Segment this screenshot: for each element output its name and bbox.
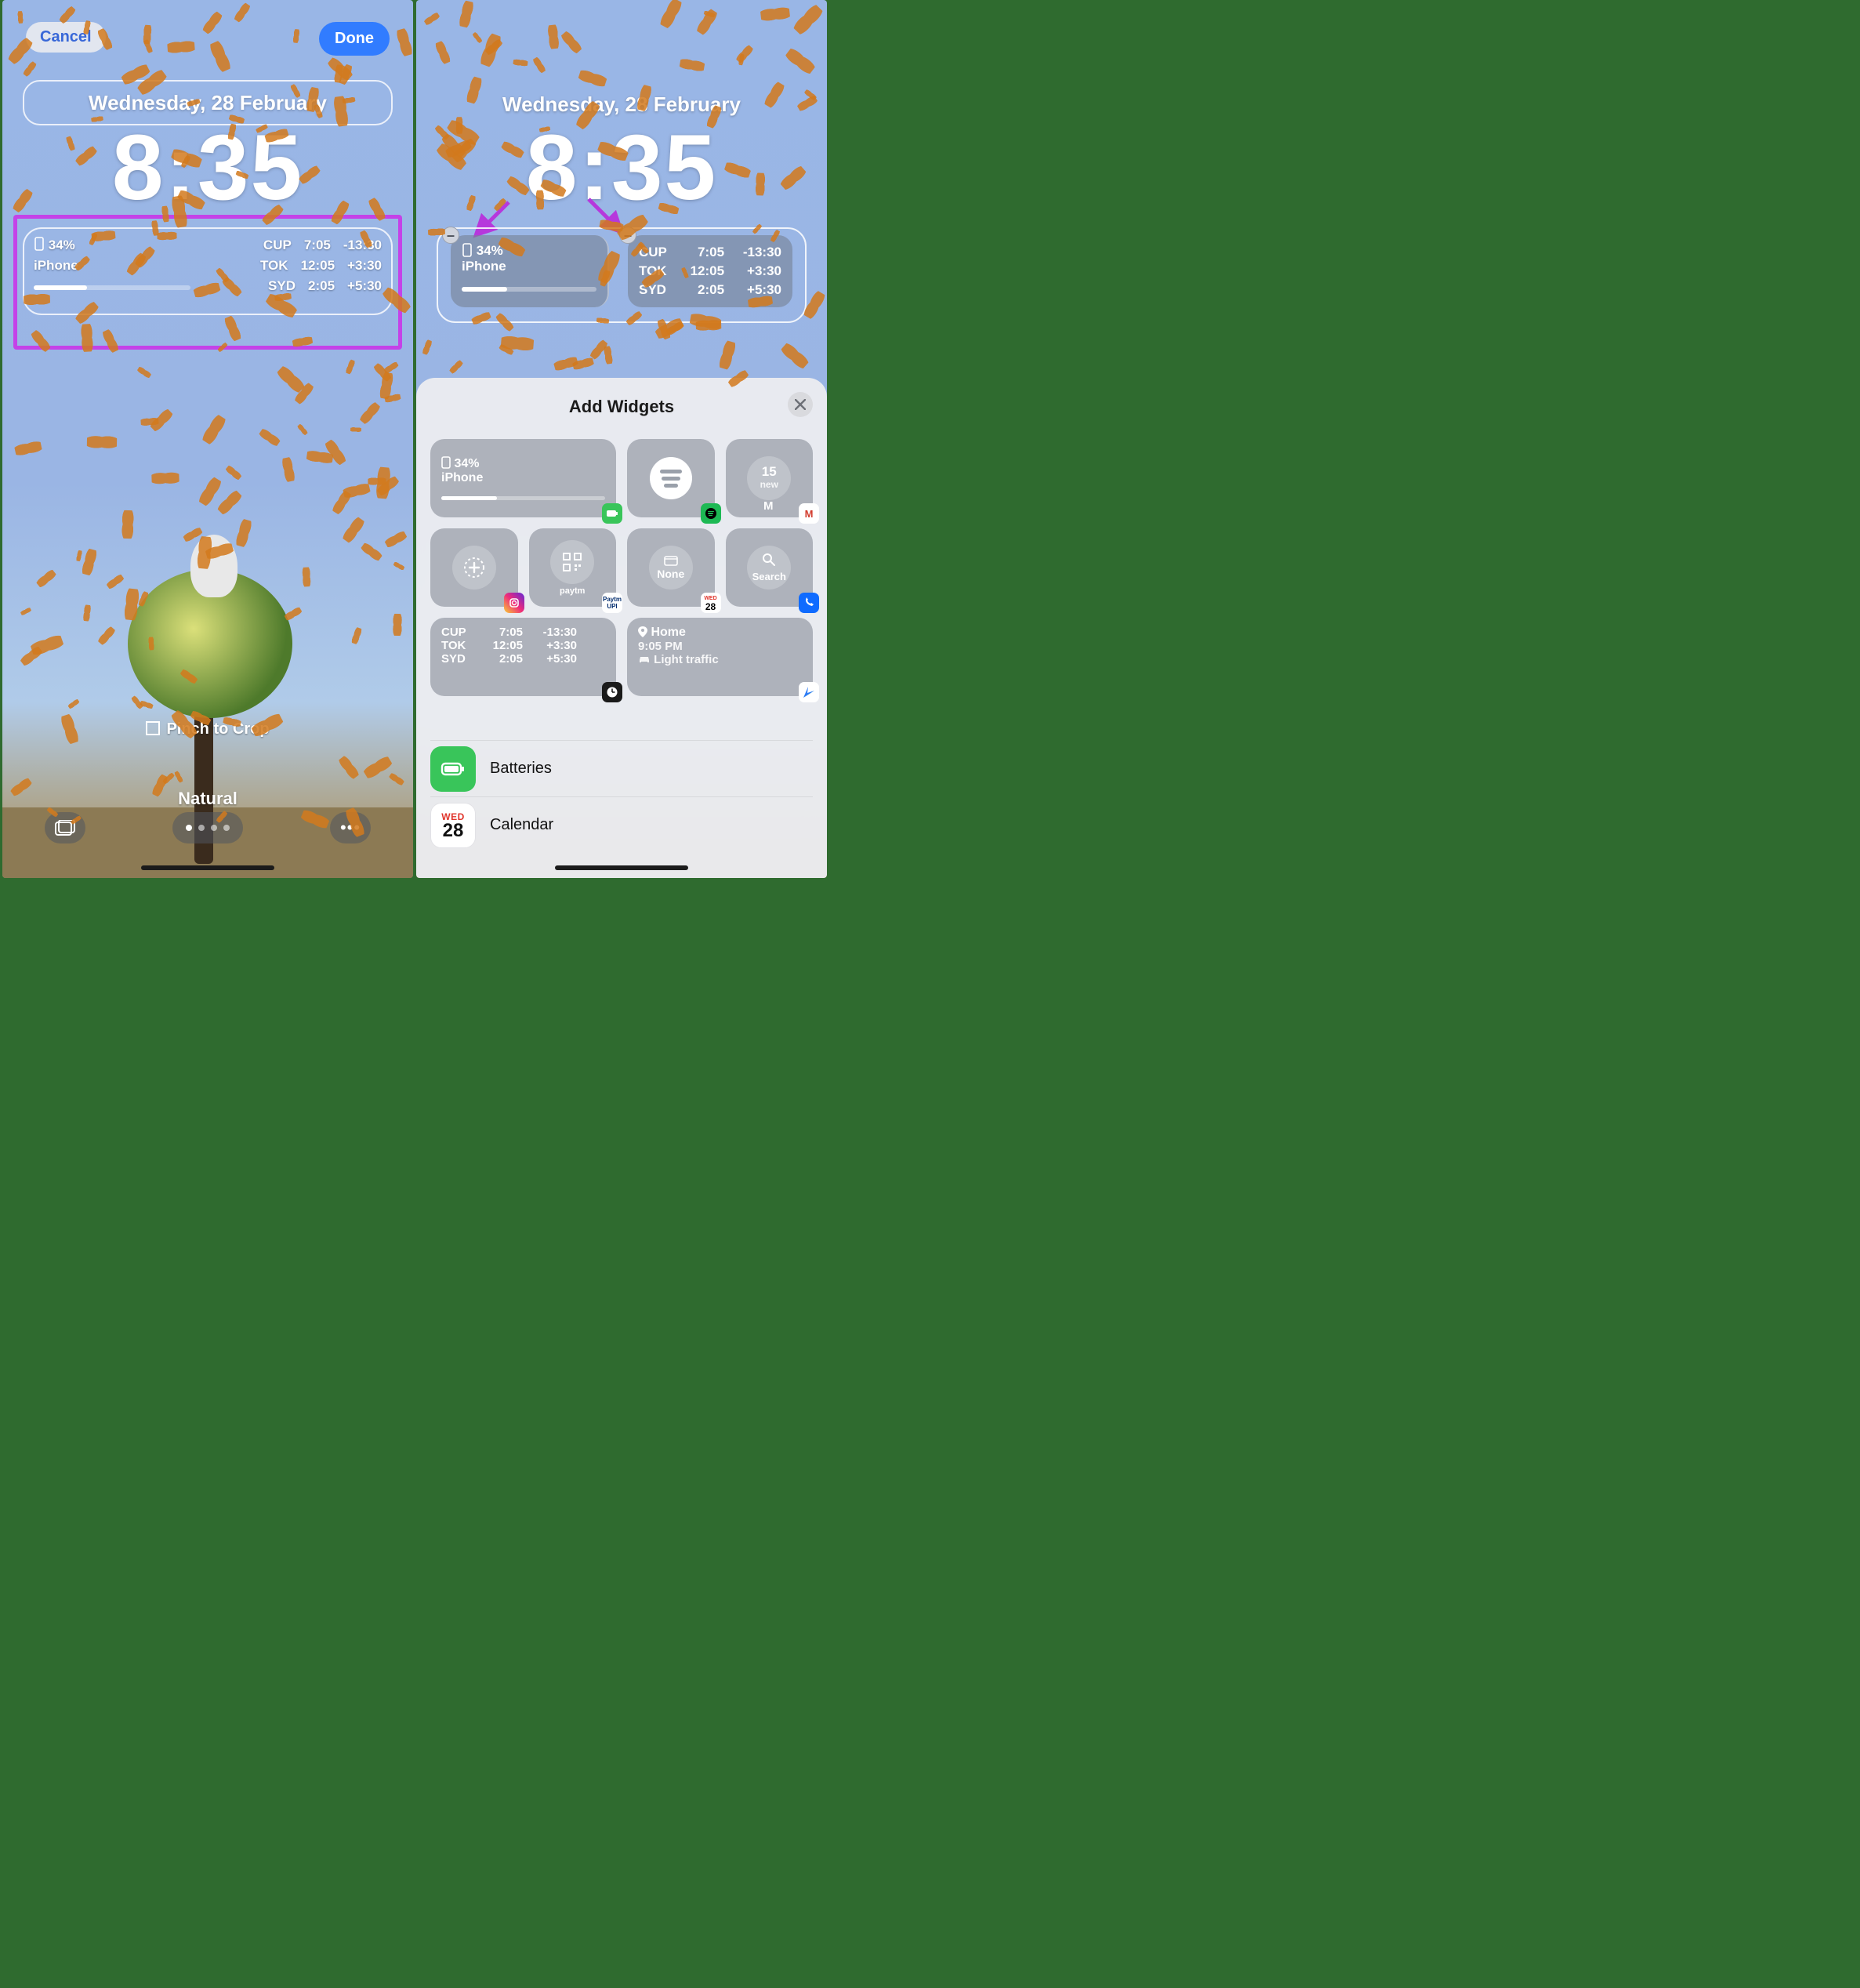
suggestion-worldclock-widget[interactable]: CUP7:05-13:30 TOK12:05+3:30 SYD2:05+5:30: [430, 618, 616, 696]
gmail-app-badge-icon: M: [799, 503, 819, 524]
batteries-app-icon: [430, 746, 476, 792]
maps-app-badge-icon: [799, 682, 819, 702]
add-widgets-sheet: Add Widgets 34% iPhone 15new M M: [416, 378, 827, 878]
more-button[interactable]: •••: [330, 812, 371, 843]
photo-picker-button[interactable]: [45, 812, 85, 843]
suggestion-battery-widget[interactable]: 34% iPhone: [430, 439, 616, 517]
batteries-app-badge-icon: [602, 503, 622, 524]
home-indicator: [141, 865, 274, 870]
spotify-app-badge-icon: [701, 503, 721, 524]
spotify-icon: [650, 457, 692, 499]
remove-widget-button[interactable]: –: [442, 227, 459, 244]
bottom-toolbar: •••: [2, 807, 413, 848]
pinch-to-crop-hint: Pinch to Crop: [2, 720, 413, 738]
date-label: Wednesday, 28 February: [416, 93, 827, 117]
search-icon: [762, 553, 776, 567]
truecaller-app-badge-icon: [799, 593, 819, 613]
widget-app-list: Batteries WED28 Calendar: [430, 740, 813, 853]
close-button[interactable]: [788, 392, 813, 417]
suggestion-instagram-widget[interactable]: [430, 528, 518, 607]
app-row-batteries[interactable]: Batteries: [430, 740, 813, 796]
remove-widget-button[interactable]: –: [619, 227, 636, 244]
calendar-icon: [664, 555, 678, 566]
lockscreen-editor-left: Cancel Done Wednesday, 28 February 8:35 …: [2, 0, 413, 878]
calendar-app-icon: WED28: [430, 803, 476, 848]
calendar-app-badge-icon: WED28: [701, 593, 721, 613]
suggestion-gmail-widget[interactable]: 15new M M: [726, 439, 814, 517]
page-dots[interactable]: [172, 812, 243, 843]
suggestion-paytm-widget[interactable]: paytm PaytmUPI: [529, 528, 617, 607]
lockscreen-editor-right: Wednesday, 28 February 8:35 – 34% iPhone…: [416, 0, 827, 878]
paytm-app-badge-icon: PaytmUPI: [602, 593, 622, 613]
suggestion-maps-widget[interactable]: Home 9:05 PM Light traffic: [627, 618, 813, 696]
filter-name: Natural: [2, 789, 413, 809]
qr-icon: [550, 540, 594, 584]
crop-icon: [146, 721, 160, 735]
date-label: Wednesday, 28 February: [89, 91, 327, 115]
widget-zone-content: 34% CUP7:05-13:30 iPhone TOK12:05+3:30 S…: [34, 235, 382, 296]
gmail-m-icon: M: [763, 499, 775, 513]
cancel-button[interactable]: Cancel: [26, 22, 106, 53]
clock-display[interactable]: 8:35: [416, 114, 827, 221]
suggestion-calendar-widget[interactable]: None WED28: [627, 528, 715, 607]
pin-icon: [638, 626, 647, 637]
placed-battery-widget[interactable]: – 34% iPhone: [451, 235, 609, 307]
close-icon: [795, 399, 806, 410]
clock-display[interactable]: 8:35: [2, 114, 413, 221]
suggestion-truecaller-widget[interactable]: Search: [726, 528, 814, 607]
placed-worldclock-widget[interactable]: – CUP7:05-13:30 TOK12:05+3:30 SYD2:05+5:…: [628, 235, 792, 307]
sheet-title: Add Widgets: [430, 397, 813, 417]
add-plus-icon: [452, 546, 496, 590]
widget-suggestion-grid: 34% iPhone 15new M M paytm: [430, 439, 813, 607]
app-row-label: Calendar: [490, 816, 553, 834]
suggestion-spotify-widget[interactable]: [627, 439, 715, 517]
app-row-calendar[interactable]: WED28 Calendar: [430, 796, 813, 853]
clock-app-badge-icon: [602, 682, 622, 702]
done-button[interactable]: Done: [319, 22, 390, 56]
app-row-label: Batteries: [490, 760, 552, 778]
car-icon: [638, 655, 651, 664]
instagram-app-badge-icon: [504, 593, 524, 613]
home-indicator: [555, 865, 688, 870]
